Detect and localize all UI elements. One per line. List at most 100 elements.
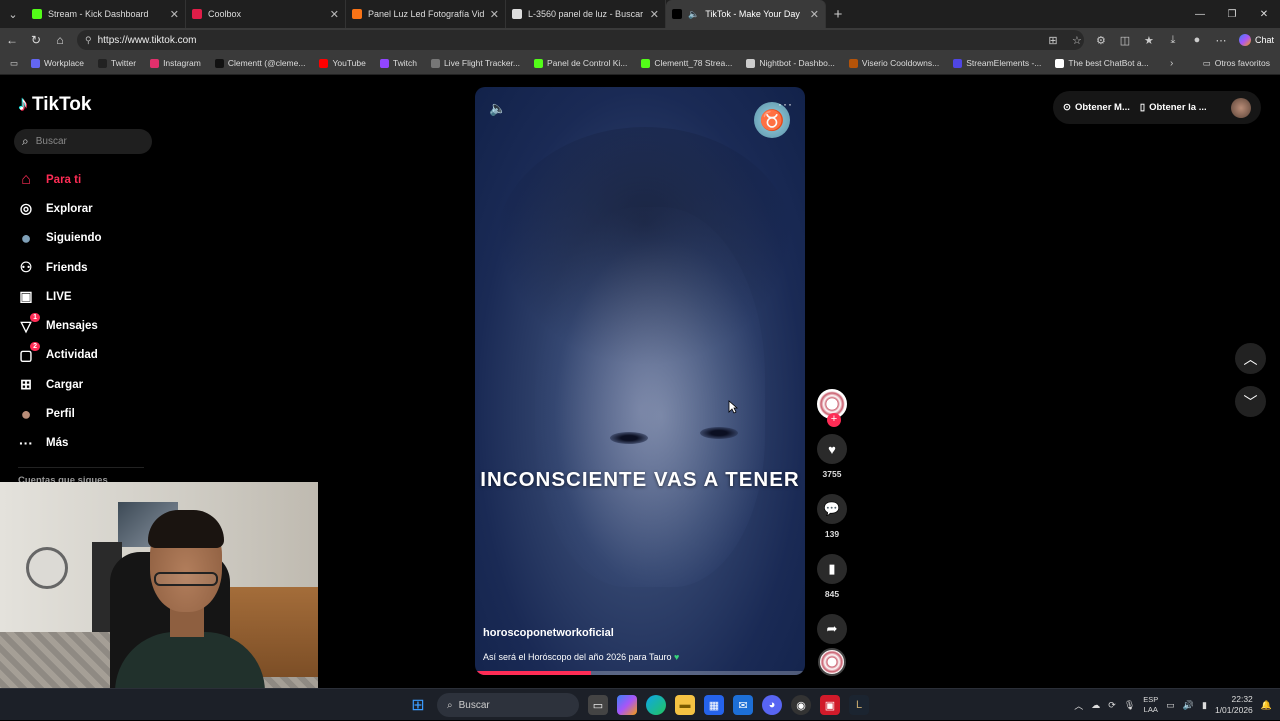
previous-video-button[interactable]: ︿ — [1235, 343, 1266, 374]
creator-avatar[interactable]: + — [817, 389, 847, 427]
sidebar-item-live[interactable]: ▣ LIVE — [18, 282, 102, 311]
music-disc-icon[interactable] — [818, 648, 846, 676]
obs-icon[interactable]: ◉ — [791, 695, 811, 715]
bookmark-item[interactable]: Clementt (@cleme... — [208, 58, 313, 68]
heart-icon[interactable]: ♥ — [817, 434, 847, 464]
windows-start-icon[interactable]: ⊞ — [408, 695, 428, 715]
audio-speaker-icon[interactable]: 🔈 — [688, 9, 699, 20]
sidebar-item-cargar[interactable]: ⊞ Cargar — [18, 370, 102, 399]
task-view-icon[interactable]: ▭ — [588, 695, 608, 715]
language-indicator[interactable]: ESP LAA — [1143, 695, 1158, 715]
discord-icon[interactable]: ◕ — [762, 695, 782, 715]
onedrive-icon[interactable]: ☁ — [1091, 700, 1100, 711]
browser-tab[interactable]: Panel Luz Led Fotografía Video Trí ✕ — [346, 0, 506, 28]
bookmark-item[interactable]: Twitter — [91, 58, 143, 68]
split-screen-icon[interactable]: ◫ — [1115, 34, 1135, 47]
copilot-taskbar-icon[interactable] — [617, 695, 637, 715]
get-app-button[interactable]: ▯ Obtener la ... — [1140, 102, 1207, 113]
bookmark-item[interactable]: Instagram — [143, 58, 208, 68]
save-action[interactable]: ▮ 845 — [816, 554, 848, 599]
favorite-star-icon[interactable]: ☆ — [1067, 34, 1087, 47]
video-progress-bar[interactable] — [475, 671, 805, 675]
app-available-icon[interactable]: ⊞ — [1043, 34, 1063, 47]
bookmark-item[interactable]: YouTube — [312, 58, 372, 68]
other-bookmarks-folder[interactable]: ▭ Otros favoritos — [1203, 58, 1270, 69]
url-bar[interactable]: ⚲ https://www.tiktok.com — [77, 30, 1084, 50]
speaker-icon[interactable]: 🔊 — [1183, 700, 1194, 711]
bookmark-item[interactable]: Workplace — [24, 58, 91, 68]
comment-action[interactable]: 💬 139 — [816, 494, 848, 539]
comment-icon[interactable]: 💬 — [817, 494, 847, 524]
bookmarks-overflow-icon[interactable]: › — [1170, 58, 1173, 69]
close-tab-icon[interactable]: ✕ — [170, 8, 179, 21]
get-coins-button[interactable]: ⊙ Obtener M... — [1063, 102, 1130, 113]
video-more-icon[interactable]: ··· — [778, 97, 793, 111]
bookmark-icon[interactable]: ▮ — [817, 554, 847, 584]
close-tab-icon[interactable]: ✕ — [650, 8, 659, 21]
close-window-icon[interactable]: ✕ — [1248, 0, 1280, 28]
bookmark-item[interactable]: StreamElements -... — [946, 58, 1048, 68]
league-icon[interactable]: L — [849, 695, 869, 715]
site-info-icon[interactable]: ⚲ — [85, 35, 92, 46]
minimize-icon[interactable]: — — [1184, 0, 1216, 28]
search-input[interactable]: ⌕ Buscar — [14, 129, 152, 154]
profile-icon[interactable]: ● — [1187, 34, 1207, 46]
sidebar-item-siguiendo[interactable]: ● Siguiendo — [18, 224, 102, 253]
bookmark-item[interactable]: Nightbot - Dashbo... — [739, 58, 842, 68]
share-icon[interactable]: ➦ — [817, 614, 847, 644]
bookmark-item[interactable]: Panel de Control Ki... — [527, 58, 634, 68]
sync-icon[interactable]: ⟳ — [1108, 700, 1116, 711]
video-player[interactable]: 🔈 ♉ ··· INCONSCIENTE VAS A TENER horosco… — [475, 87, 805, 675]
follow-plus-icon[interactable]: + — [827, 413, 841, 427]
bookmark-item[interactable]: Viserio Cooldowns... — [842, 58, 946, 68]
sidebar-item-para-ti[interactable]: ⌂ Para ti — [18, 165, 102, 194]
downloads-icon[interactable]: ⤓ — [1163, 34, 1183, 47]
sidebar-item-mensajes[interactable]: ▽ 1 Mensajes — [18, 311, 102, 340]
reload-icon[interactable]: ↻ — [24, 33, 48, 47]
mail-icon[interactable]: ✉ — [733, 695, 753, 715]
tray-overflow-icon[interactable]: ︿ — [1074, 699, 1083, 712]
store-icon[interactable]: ▦ — [704, 695, 724, 715]
bookmark-item[interactable]: Live Flight Tracker... — [424, 58, 527, 68]
next-video-button[interactable]: ﹀ — [1235, 386, 1266, 417]
close-tab-icon[interactable]: ✕ — [810, 8, 819, 21]
tab-actions-chevron-icon[interactable]: ⌄ — [0, 0, 26, 28]
notifications-icon[interactable]: 🔔 — [1261, 700, 1272, 711]
browser-tab[interactable]: Stream - Kick Dashboard ✕ — [26, 0, 186, 28]
bookmark-item[interactable]: The best ChatBot a... — [1048, 58, 1155, 68]
extensions-icon[interactable]: ⚙ — [1091, 34, 1111, 47]
file-explorer-icon[interactable]: ▬ — [675, 695, 695, 715]
network-icon[interactable]: ▭ — [1166, 700, 1175, 711]
close-tab-icon[interactable]: ✕ — [490, 8, 499, 21]
browser-tab[interactable]: L-3560 panel de luz - Buscar con G ✕ — [506, 0, 666, 28]
browser-tab[interactable]: 🔈 TikTok - Make Your Day ✕ — [666, 0, 826, 28]
bookmark-item[interactable]: Clementt_78 Strea... — [634, 58, 739, 68]
volume-icon[interactable]: 🔈 — [489, 100, 506, 117]
clock[interactable]: 22:32 1/01/2026 — [1215, 694, 1253, 716]
video-author[interactable]: horoscoponetworkoficial — [483, 627, 614, 639]
copilot-chat-button[interactable]: Chat — [1238, 34, 1274, 46]
browser-tab[interactable]: Coolbox ✕ — [186, 0, 346, 28]
battery-icon[interactable]: ▮ — [1202, 700, 1207, 711]
back-arrow-icon[interactable]: ← — [0, 33, 24, 47]
new-tab-button[interactable]: + — [826, 6, 850, 23]
sidebar-item-explorar[interactable]: ◎ Explorar — [18, 194, 102, 223]
tiktok-logo[interactable]: ♪ TikTok — [18, 93, 91, 116]
sidebar-item-m-s[interactable]: ··· Más — [18, 429, 102, 458]
favorites-icon[interactable]: ★ — [1139, 34, 1159, 47]
app-red-icon[interactable]: ▣ — [820, 695, 840, 715]
taskbar-search[interactable]: ⌕ Buscar — [437, 693, 579, 717]
more-options-icon[interactable]: ⋯ — [1211, 34, 1231, 47]
sidebar-item-friends[interactable]: ⚇ Friends — [18, 253, 102, 282]
bookmark-item[interactable]: Twitch — [373, 58, 424, 68]
microphone-icon[interactable]: 🎙 — [1124, 700, 1135, 711]
home-icon[interactable]: ⌂ — [48, 33, 72, 47]
restore-icon[interactable]: ❐ — [1216, 0, 1248, 28]
sidebar-item-actividad[interactable]: ▢ 2 Actividad — [18, 341, 102, 370]
edge-icon[interactable] — [646, 695, 666, 715]
close-tab-icon[interactable]: ✕ — [330, 8, 339, 21]
bookmarks-menu-icon[interactable]: ▭ — [4, 58, 24, 69]
like-action[interactable]: ♥ 3755 — [816, 434, 848, 479]
sidebar-item-perfil[interactable]: ● Perfil — [18, 399, 102, 428]
user-avatar[interactable] — [1231, 97, 1251, 118]
